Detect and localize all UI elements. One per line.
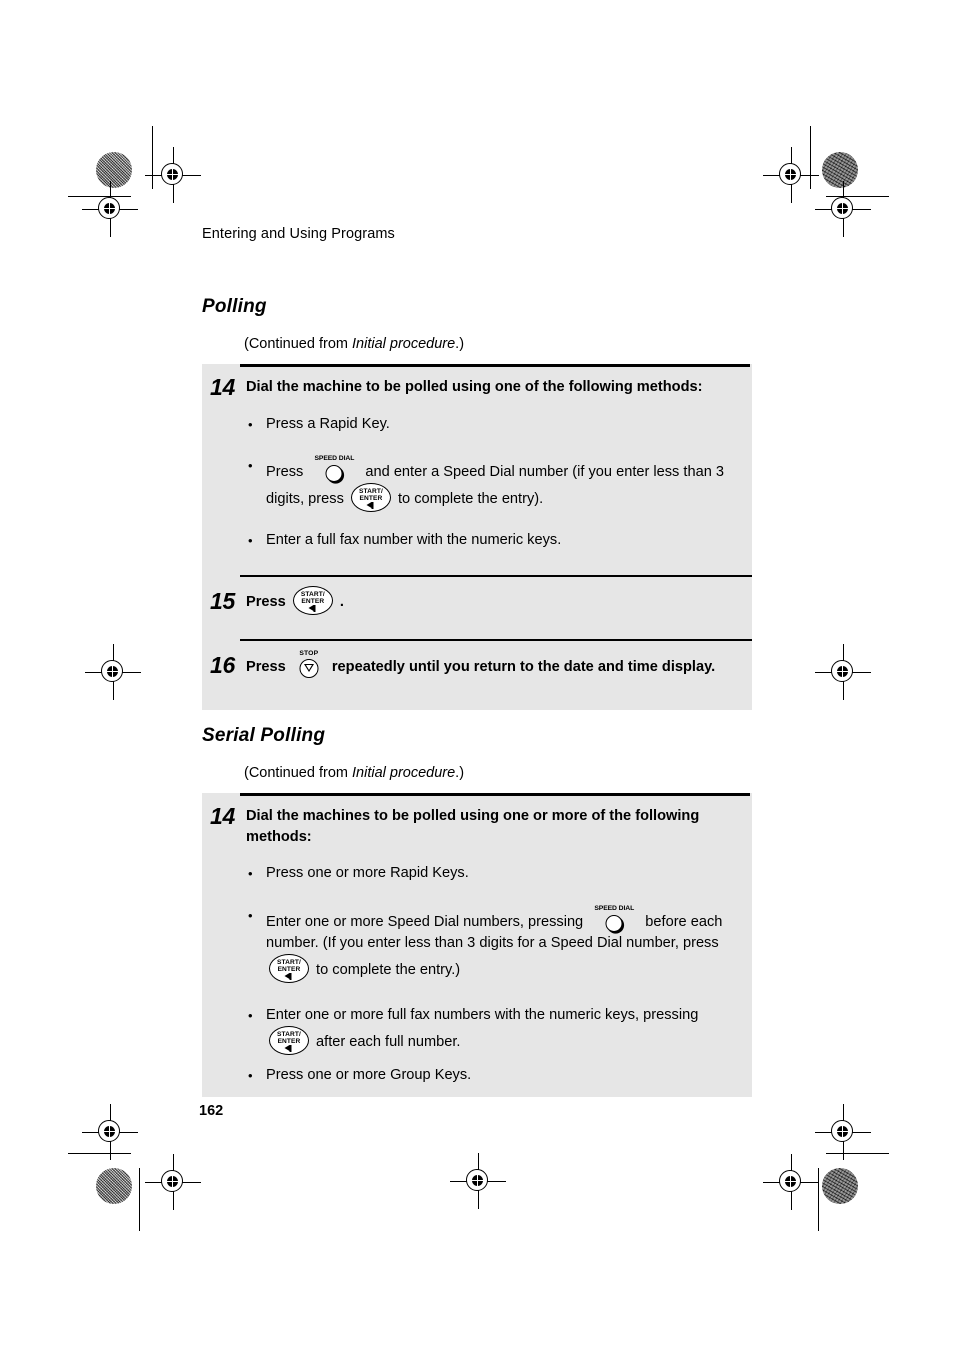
step-heading: Press STOP repeatedly until you return t… — [246, 650, 746, 678]
step-heading: Dial the machines to be polled using one… — [246, 808, 700, 845]
section-title-serial-polling: Serial Polling — [202, 725, 326, 746]
power-symbol-icon — [284, 1045, 294, 1052]
section-title-polling: Polling — [202, 296, 267, 317]
step-15-polling: 15 Press START/ENTER . — [202, 586, 752, 615]
continued-suffix: .) — [455, 765, 465, 781]
bullet-text: to complete the entry.) — [312, 962, 461, 978]
step-bullet-list: Press a Rapid Key. Press SPEED DIAL and … — [246, 414, 742, 551]
list-item: Enter one or more Speed Dial numbers, pr… — [246, 905, 748, 983]
power-symbol-icon — [366, 502, 375, 509]
continued-prefix: (Continued from — [244, 765, 352, 781]
step-box-serial-polling: 14 Dial the machines to be polled using … — [202, 793, 752, 1097]
bullet-text: after each full number. — [312, 1034, 461, 1050]
step-text: Press — [246, 594, 290, 610]
start-enter-key-icon[interactable]: START/ENTER — [269, 954, 309, 983]
page-number: 162 — [199, 1103, 224, 1119]
step-number: 15 — [210, 588, 235, 614]
step-14-polling: 14 Dial the machine to be polled using o… — [202, 364, 752, 551]
stop-triangle-inner — [305, 664, 312, 670]
continued-prefix: (Continued from — [244, 336, 352, 352]
bullet-text: Press one or more Group Keys. — [266, 1067, 472, 1083]
power-symbol-icon — [308, 605, 317, 612]
speed-dial-key-icon[interactable]: SPEED DIAL — [589, 905, 639, 933]
start-enter-line1: START/ — [300, 590, 325, 598]
bullet-text: to complete the entry). — [393, 491, 544, 507]
running-head: Entering and Using Programs — [202, 226, 395, 242]
step-14-serial-polling: 14 Dial the machines to be polled using … — [202, 793, 752, 1086]
bullet-text: Enter a full fax number with the numeric… — [266, 532, 562, 548]
bullet-text: Press — [266, 464, 308, 480]
step-divider-rule — [240, 639, 752, 642]
step-number: 14 — [210, 803, 235, 829]
list-item: Press one or more Group Keys. — [246, 1065, 748, 1086]
step-number: 14 — [210, 374, 235, 400]
bullet-text: Enter one or more Speed Dial numbers, pr… — [266, 914, 588, 930]
start-enter-key-icon[interactable]: START/ENTER — [292, 586, 333, 615]
step-box-polling: 14 Dial the machine to be polled using o… — [202, 364, 752, 710]
stop-key-icon[interactable]: STOP — [292, 650, 326, 679]
continued-note-serial-polling: (Continued from Initial procedure.) — [244, 765, 464, 781]
start-enter-line1: START/ — [277, 1030, 301, 1038]
continued-reference: Initial procedure — [352, 336, 456, 352]
step-bullet-list: Press one or more Rapid Keys. Enter one … — [246, 863, 748, 1086]
bullet-text: Press one or more Rapid Keys. — [266, 865, 469, 881]
start-enter-line2: ENTER — [301, 597, 325, 605]
start-enter-line2: ENTER — [277, 1037, 301, 1045]
step-text: . — [335, 594, 344, 610]
list-item: Press a Rapid Key. — [246, 414, 742, 435]
step-number: 16 — [210, 652, 235, 678]
list-item: Enter a full fax number with the numeric… — [246, 530, 742, 551]
step-text: repeatedly until you return to the date … — [327, 659, 716, 675]
step-16-polling: 16 Press STOP repeatedly until you retur… — [202, 650, 752, 678]
speed-dial-button-circle — [325, 465, 343, 482]
start-enter-line1: START/ — [358, 487, 383, 495]
start-enter-line2: ENTER — [359, 494, 383, 502]
start-enter-line1: START/ — [277, 958, 301, 966]
step-text: Press — [246, 659, 290, 675]
continued-suffix: .) — [455, 336, 465, 352]
speed-dial-caption: SPEED DIAL — [314, 455, 355, 462]
start-enter-key-icon[interactable]: START/ENTER — [269, 1026, 309, 1055]
step-heading: Press START/ENTER . — [246, 586, 742, 615]
start-enter-key-icon[interactable]: START/ENTER — [350, 483, 391, 512]
list-item: Enter one or more full fax numbers with … — [246, 1005, 748, 1055]
speed-dial-caption: SPEED DIAL — [594, 905, 635, 912]
bullet-text: Press a Rapid Key. — [266, 416, 390, 432]
stop-caption: STOP — [299, 650, 319, 657]
step-divider-rule — [240, 575, 752, 578]
manual-page: Entering and Using Programs Polling (Con… — [0, 0, 954, 1351]
speed-dial-key-icon[interactable]: SPEED DIAL — [309, 455, 359, 483]
list-item: Press one or more Rapid Keys. — [246, 863, 748, 884]
continued-reference: Initial procedure — [352, 765, 456, 781]
step-heading: Dial the machine to be polled using one … — [246, 379, 703, 395]
continued-note-polling: (Continued from Initial procedure.) — [244, 336, 464, 352]
list-item: Press SPEED DIAL and enter a Speed Dial … — [246, 455, 742, 512]
start-enter-line2: ENTER — [277, 965, 301, 973]
bullet-text: Enter one or more full fax numbers with … — [266, 1007, 699, 1023]
power-symbol-icon — [284, 973, 294, 980]
speed-dial-button-circle — [605, 915, 623, 932]
